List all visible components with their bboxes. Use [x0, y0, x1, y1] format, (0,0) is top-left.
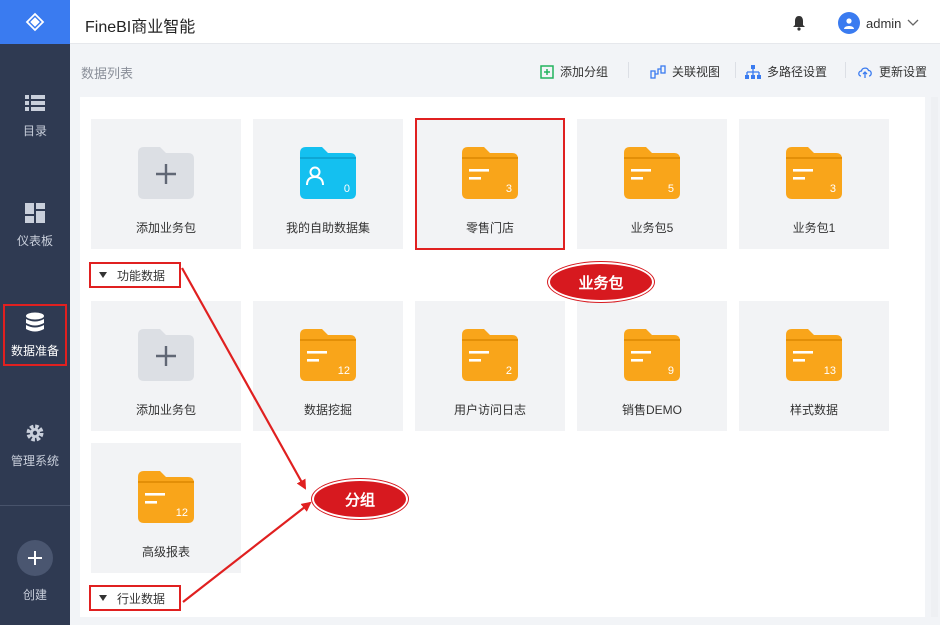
- create-label: 创建: [22, 588, 47, 602]
- user-menu[interactable]: admin: [838, 12, 919, 34]
- card-count: 12: [337, 365, 350, 377]
- card-label: 添加业务包: [135, 403, 196, 417]
- card-label: 添加业务包: [135, 221, 196, 235]
- group-name: 功能数据: [117, 268, 166, 283]
- caret-down-icon: [99, 595, 107, 601]
- group-header-function-data[interactable]: 功能数据: [89, 262, 181, 288]
- sidebar-divider: [0, 505, 70, 506]
- add-group-icon: [540, 64, 554, 79]
- card-count: 2: [505, 365, 512, 377]
- hierarchy-icon: [745, 64, 761, 79]
- relation-view-button[interactable]: 关联视图: [650, 63, 720, 80]
- package-card-style-data[interactable]: 13 样式数据: [739, 301, 889, 431]
- card-label: 样式数据: [789, 403, 838, 417]
- package-card-5[interactable]: 5 业务包5: [577, 119, 727, 249]
- relation-view-icon: [650, 64, 666, 79]
- card-label: 销售DEMO: [621, 403, 682, 417]
- list-icon: [24, 92, 46, 114]
- toolbar-divider: [628, 62, 629, 78]
- annotation-package-bubble: 业务包: [548, 262, 654, 302]
- card-count: 5: [667, 183, 674, 195]
- package-card-user-log[interactable]: 2 用户访问日志: [415, 301, 565, 431]
- card-label: 业务包1: [792, 221, 836, 235]
- card-label: 数据挖掘: [303, 403, 352, 417]
- gear-icon: [24, 422, 46, 444]
- toolbar-divider: [845, 62, 846, 78]
- add-group-button[interactable]: 添加分组: [540, 63, 608, 80]
- sidebar-item-catalog[interactable]: 目录: [0, 80, 70, 150]
- caret-down-icon: [99, 272, 107, 278]
- create-button[interactable]: [17, 540, 53, 576]
- sidebar-item-label: 仪表板: [16, 233, 53, 248]
- package-card-data-mining[interactable]: 12 数据挖掘: [253, 301, 403, 431]
- annotation-label: 业务包: [578, 274, 624, 292]
- self-dataset-card[interactable]: 0 我的自助数据集: [253, 119, 403, 249]
- package-card-advanced-report[interactable]: 12 高级报表: [91, 443, 241, 573]
- group-name: 行业数据: [117, 591, 166, 606]
- dashboard-icon: [24, 202, 46, 224]
- toolbar-divider: [735, 62, 736, 78]
- user-name: admin: [866, 15, 902, 31]
- avatar: [838, 12, 860, 34]
- add-folder-icon: [138, 329, 194, 381]
- bell-icon[interactable]: [792, 15, 806, 31]
- annotation-label: 分组: [344, 491, 375, 509]
- package-card-1[interactable]: 3 业务包1: [739, 119, 889, 249]
- plus-icon: [28, 551, 42, 565]
- package-card-sales-demo[interactable]: 9 销售DEMO: [577, 301, 727, 431]
- add-package-card[interactable]: 添加业务包: [91, 119, 241, 249]
- sidebar-highlight-box: [3, 304, 67, 366]
- add-package-card[interactable]: 添加业务包: [91, 301, 241, 431]
- multi-path-label: 多路径设置: [767, 65, 828, 79]
- logo-icon[interactable]: [0, 0, 70, 44]
- page-title: 数据列表: [81, 66, 134, 81]
- sidebar-item-label: 管理系统: [10, 453, 59, 468]
- card-label: 业务包5: [630, 221, 674, 235]
- chevron-down-icon: [907, 19, 919, 26]
- card-label: 高级报表: [141, 545, 190, 559]
- retail-highlight-box: [415, 118, 565, 250]
- add-group-label: 添加分组: [560, 65, 609, 79]
- card-label: 用户访问日志: [453, 403, 526, 417]
- sidebar: 目录 仪表板 数据准备 管理系统 创建: [0, 0, 70, 625]
- app-title: FineBI商业智能: [85, 19, 196, 36]
- card-count: 12: [175, 507, 188, 519]
- cloud-upload-icon: [858, 66, 872, 78]
- group-header-industry-data[interactable]: 行业数据: [89, 585, 181, 611]
- sidebar-item-admin[interactable]: 管理系统: [0, 410, 70, 480]
- update-settings-button[interactable]: 更新设置: [857, 63, 927, 80]
- card-count: 0: [343, 183, 350, 195]
- card-count: 13: [823, 365, 836, 377]
- annotation-group-bubble: 分组: [312, 479, 408, 519]
- update-settings-label: 更新设置: [879, 65, 928, 79]
- card-count: 3: [829, 183, 836, 195]
- sidebar-item-label: 目录: [22, 123, 47, 138]
- add-folder-icon: [138, 147, 194, 199]
- scrollbar[interactable]: [931, 97, 938, 617]
- relation-view-label: 关联视图: [672, 65, 721, 79]
- multi-path-button[interactable]: 多路径设置: [745, 63, 827, 80]
- sidebar-item-dashboard[interactable]: 仪表板: [0, 190, 70, 260]
- card-label: 我的自助数据集: [285, 221, 370, 235]
- header: FineBI商业智能 admin: [70, 0, 940, 44]
- card-count: 9: [667, 365, 674, 377]
